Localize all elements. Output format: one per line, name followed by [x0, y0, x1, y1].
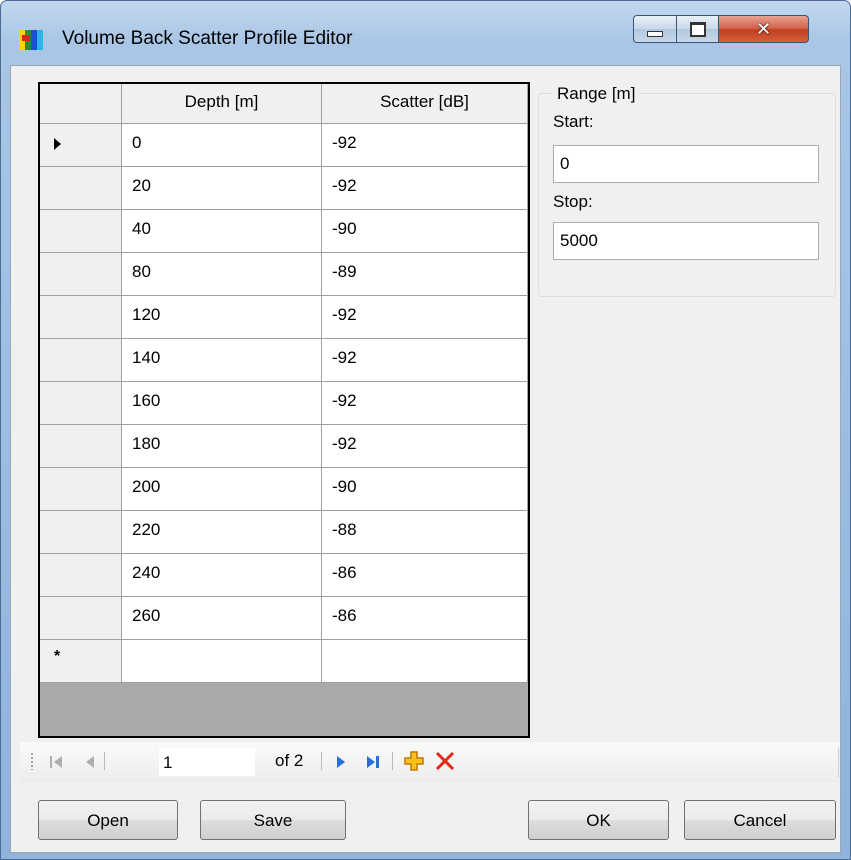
new-row-header[interactable]: *: [40, 640, 122, 683]
position-input[interactable]: 1: [159, 748, 255, 776]
depth-cell[interactable]: 180: [122, 425, 322, 468]
nav-separator: [392, 752, 393, 770]
editor-window: Volume Back Scatter Profile Editor ✕ Dep…: [0, 0, 851, 860]
add-new-icon[interactable]: [403, 750, 425, 772]
cancel-button[interactable]: Cancel: [684, 800, 836, 840]
app-icon: [19, 30, 43, 50]
depth-cell[interactable]: 0: [122, 124, 322, 167]
move-first-icon[interactable]: [48, 750, 68, 774]
depth-cell[interactable]: 160: [122, 382, 322, 425]
row-header[interactable]: [40, 210, 122, 253]
depth-cell[interactable]: 40: [122, 210, 322, 253]
move-last-icon[interactable]: [363, 750, 385, 774]
row-header[interactable]: [40, 253, 122, 296]
table-row[interactable]: 40 -90: [40, 210, 528, 253]
toolbar-edge: [838, 748, 839, 778]
toolbar-grip[interactable]: [30, 752, 34, 770]
profile-grid[interactable]: Depth [m] Scatter [dB] 0 -92 20 -92 40 -90 80-…: [38, 82, 530, 738]
row-header[interactable]: [40, 511, 122, 554]
new-row-marker: *: [54, 648, 61, 665]
row-header[interactable]: [40, 296, 122, 339]
depth-cell[interactable]: 80: [122, 253, 322, 296]
table-row[interactable]: 80 -89: [40, 253, 528, 296]
table-row[interactable]: 140 -92: [40, 339, 528, 382]
row-header[interactable]: [40, 167, 122, 210]
minimize-icon: [647, 31, 663, 37]
window-title: Volume Back Scatter Profile Editor: [62, 28, 353, 49]
scatter-cell[interactable]: -92: [322, 425, 528, 468]
depth-cell[interactable]: 140: [122, 339, 322, 382]
scatter-cell[interactable]: -86: [322, 554, 528, 597]
scatter-cell[interactable]: -92: [322, 382, 528, 425]
close-icon: ✕: [755, 18, 772, 40]
scatter-cell[interactable]: -86: [322, 597, 528, 640]
scatter-cell[interactable]: -90: [322, 210, 528, 253]
range-legend: Range [m]: [553, 84, 640, 104]
table-row[interactable]: 120 -92: [40, 296, 528, 339]
row-header[interactable]: [40, 382, 122, 425]
row-header[interactable]: [40, 468, 122, 511]
scatter-cell[interactable]: -88: [322, 511, 528, 554]
start-label: Start:: [553, 112, 594, 131]
new-row-depth-cell[interactable]: [122, 640, 322, 683]
scatter-cell[interactable]: -89: [322, 253, 528, 296]
depth-cell[interactable]: 260: [122, 597, 322, 640]
depth-cell[interactable]: 20: [122, 167, 322, 210]
new-row[interactable]: *: [40, 640, 528, 683]
table-row[interactable]: 0 -92: [40, 124, 528, 167]
client-area: Depth [m] Scatter [dB] 0 -92 20 -92 40 -90 80-…: [10, 65, 841, 853]
table-row[interactable]: 240 -86: [40, 554, 528, 597]
open-button[interactable]: Open: [38, 800, 178, 840]
stop-input[interactable]: 5000: [553, 222, 819, 260]
table-row[interactable]: 200 -90: [40, 468, 528, 511]
ok-button[interactable]: OK: [528, 800, 669, 840]
grid-body: 0 -92 20 -92 40 -90 80 -89 120 -92 140 -92 160 -92 180…: [40, 124, 528, 640]
close-button[interactable]: ✕: [719, 15, 809, 43]
depth-cell[interactable]: 120: [122, 296, 322, 339]
count-label: of 2: [275, 751, 304, 770]
depth-cell[interactable]: 220: [122, 511, 322, 554]
delete-icon[interactable]: [434, 750, 456, 772]
grid-header-row: Depth [m] Scatter [dB]: [40, 84, 528, 124]
minimize-button[interactable]: [633, 15, 677, 43]
caption-buttons: ✕: [633, 15, 809, 45]
scatter-cell[interactable]: -92: [322, 124, 528, 167]
row-header[interactable]: [40, 124, 122, 167]
row-header-corner[interactable]: [40, 84, 122, 124]
move-next-icon[interactable]: [332, 750, 352, 774]
depth-cell[interactable]: 240: [122, 554, 322, 597]
new-row-scatter-cell[interactable]: [322, 640, 528, 683]
binding-navigator: 1 of 2: [20, 742, 839, 782]
table-row[interactable]: 220 -88: [40, 511, 528, 554]
row-header[interactable]: [40, 597, 122, 640]
table-row[interactable]: 260 -86: [40, 597, 528, 640]
title-bar[interactable]: Volume Back Scatter Profile Editor ✕: [1, 1, 850, 65]
nav-separator: [104, 752, 105, 770]
table-row[interactable]: 160 -92: [40, 382, 528, 425]
move-previous-icon[interactable]: [80, 750, 100, 774]
scatter-cell[interactable]: -90: [322, 468, 528, 511]
maximize-icon: [689, 21, 706, 37]
row-header[interactable]: [40, 554, 122, 597]
table-row[interactable]: 20 -92: [40, 167, 528, 210]
nav-separator: [321, 752, 322, 770]
scatter-cell[interactable]: -92: [322, 167, 528, 210]
row-header[interactable]: [40, 425, 122, 468]
start-input[interactable]: 0: [553, 145, 819, 183]
scatter-cell[interactable]: -92: [322, 339, 528, 382]
maximize-button[interactable]: [677, 15, 719, 43]
column-header-scatter[interactable]: Scatter [dB]: [322, 84, 528, 124]
scatter-cell[interactable]: -92: [322, 296, 528, 339]
table-row[interactable]: 180 -92: [40, 425, 528, 468]
save-button[interactable]: Save: [200, 800, 346, 840]
current-row-indicator-icon: [54, 138, 61, 150]
stop-label: Stop:: [553, 192, 593, 211]
row-header[interactable]: [40, 339, 122, 382]
column-header-depth[interactable]: Depth [m]: [122, 84, 322, 124]
depth-cell[interactable]: 200: [122, 468, 322, 511]
